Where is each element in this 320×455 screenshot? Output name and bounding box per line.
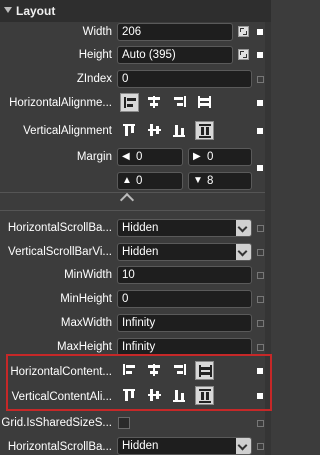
property-marker[interactable]: [257, 320, 264, 327]
collapse-triangle-icon[interactable]: [4, 7, 12, 13]
margin-top-input[interactable]: ▲ 0: [117, 172, 183, 190]
min-height-label: MinHeight: [60, 293, 112, 305]
chevron-down-icon[interactable]: [236, 244, 251, 260]
highlight-box: [6, 354, 272, 411]
align-bottom-icon[interactable]: [170, 121, 189, 140]
grid-is-shared-size-scope-checkbox[interactable]: [118, 417, 130, 429]
horizontal-scrollbar-visibility-select[interactable]: Hidden: [117, 219, 252, 237]
arrow-left-icon: ◀: [122, 151, 130, 162]
grid-is-shared-size-scope-label: Grid.IsSharedSizeS...: [1, 417, 112, 429]
property-marker[interactable]: [257, 420, 264, 427]
margin-right-input[interactable]: ▶ 0: [188, 148, 252, 166]
horizontal-scrollbar-visibility-select[interactable]: Hidden: [117, 437, 252, 455]
arrow-up-icon: ▲: [122, 175, 132, 186]
arrow-down-icon: ▼: [193, 175, 203, 186]
horizontal-alignment-label: HorizontalAlignme...: [9, 97, 112, 109]
property-marker[interactable]: [257, 249, 264, 256]
layout-section-header[interactable]: Layout: [0, 0, 271, 22]
align-stretch-icon[interactable]: [195, 93, 214, 112]
height-input[interactable]: Auto (395): [117, 46, 233, 64]
vertical-alignment-label: VerticalAlignment: [23, 125, 112, 137]
margin-label: Margin: [76, 151, 112, 163]
align-left-icon[interactable]: [120, 93, 139, 112]
property-marker[interactable]: [257, 165, 263, 171]
min-width-label: MinWidth: [64, 269, 112, 281]
property-marker[interactable]: [257, 52, 263, 58]
property-marker[interactable]: [257, 225, 264, 232]
max-width-input[interactable]: Infinity: [117, 314, 252, 332]
align-middle-icon[interactable]: [145, 121, 164, 140]
set-size-icon[interactable]: [238, 26, 249, 37]
section-divider: [0, 192, 265, 193]
chevron-down-icon[interactable]: [236, 220, 251, 236]
property-marker[interactable]: [257, 296, 264, 303]
property-marker[interactable]: [257, 76, 264, 83]
max-width-label: MaxWidth: [60, 317, 112, 329]
property-marker[interactable]: [257, 100, 263, 106]
property-marker[interactable]: [257, 128, 263, 134]
property-marker[interactable]: [257, 443, 264, 450]
height-label: Height: [78, 49, 112, 61]
align-top-icon[interactable]: [120, 121, 139, 140]
arrow-right-icon: ▶: [193, 151, 201, 162]
width-label: Width: [82, 26, 112, 38]
width-input[interactable]: 206: [117, 23, 233, 41]
horizontal-scrollbar-visibility-label: HorizontalScrollBa...: [7, 222, 112, 234]
margin-bottom-input[interactable]: ▼ 8: [188, 172, 252, 190]
horizontal-scrollbar-visibility-label: HorizontalScrollBa...: [7, 441, 112, 453]
align-stretch-vertical-icon[interactable]: [195, 121, 214, 140]
zindex-input[interactable]: 0: [117, 70, 252, 88]
property-marker[interactable]: [257, 272, 264, 279]
max-height-label: MaxHeight: [57, 341, 112, 353]
property-marker[interactable]: [257, 344, 264, 351]
zindex-label: ZIndex: [76, 73, 112, 85]
min-height-input[interactable]: 0: [117, 290, 252, 308]
property-marker[interactable]: [257, 29, 263, 35]
margin-left-input[interactable]: ◀ 0: [117, 148, 183, 166]
chevron-down-icon[interactable]: [236, 438, 251, 454]
vertical-scrollbar-visibility-label: VerticalScrollBarVi...: [8, 246, 112, 258]
vertical-scrollbar-visibility-select[interactable]: Hidden: [117, 243, 252, 261]
min-width-input[interactable]: 10: [117, 266, 252, 284]
set-auto-size-icon[interactable]: [238, 49, 249, 60]
section-divider: [0, 210, 265, 211]
section-title: Layout: [16, 4, 56, 18]
align-right-icon[interactable]: [170, 93, 189, 112]
chevron-up-icon[interactable]: [119, 192, 135, 208]
align-center-icon[interactable]: [145, 93, 164, 112]
